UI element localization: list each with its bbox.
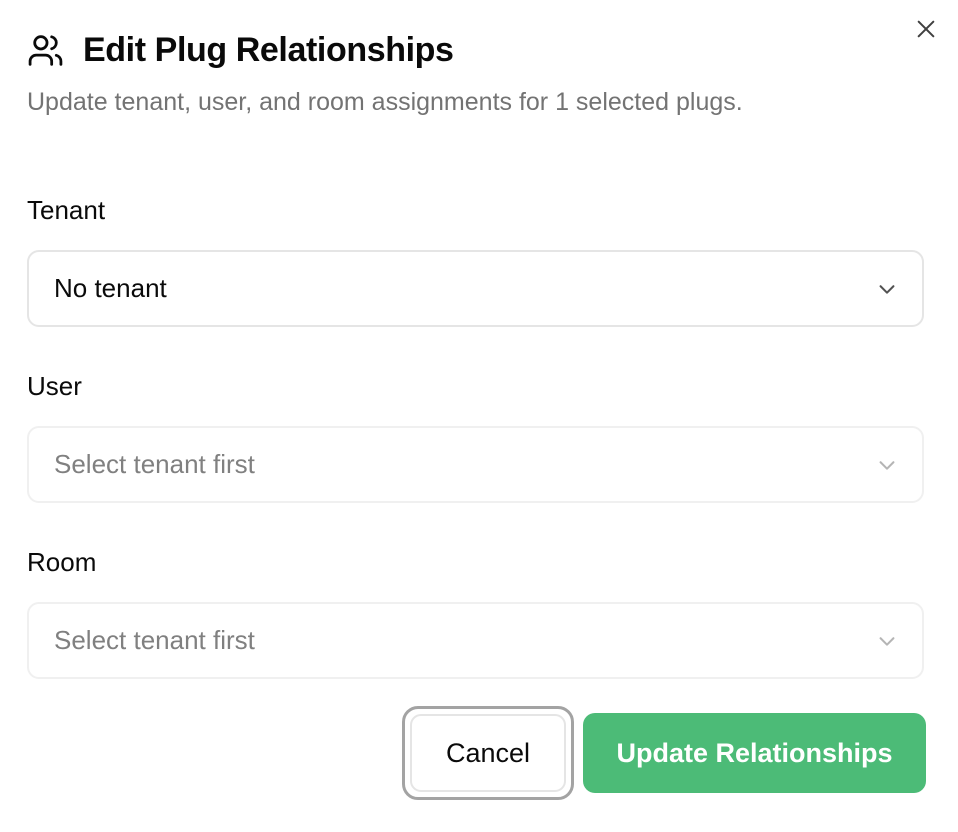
cancel-button[interactable]: Cancel (402, 706, 574, 800)
dialog-title: Edit Plug Relationships (83, 31, 454, 69)
tenant-select-value: No tenant (54, 273, 167, 303)
cancel-button-label: Cancel (410, 714, 566, 792)
dialog-description: Update tenant, user, and room assignment… (27, 88, 743, 116)
user-select-placeholder: Select tenant first (54, 449, 255, 479)
room-select-placeholder: Select tenant first (54, 625, 255, 655)
user-select[interactable]: Select tenant first (27, 426, 924, 503)
chevron-down-icon (876, 278, 898, 300)
update-relationships-button[interactable]: Update Relationships (583, 713, 926, 793)
close-icon (917, 20, 935, 38)
room-select[interactable]: Select tenant first (27, 602, 924, 679)
users-icon (27, 32, 64, 69)
tenant-select[interactable]: No tenant (27, 250, 924, 327)
chevron-down-icon (876, 630, 898, 652)
chevron-down-icon (876, 454, 898, 476)
dialog-header: Edit Plug Relationships (27, 28, 454, 72)
tenant-label: Tenant (27, 195, 106, 225)
room-label: Room (27, 547, 97, 577)
close-button[interactable] (910, 13, 942, 45)
user-label: User (27, 371, 82, 401)
edit-plug-relationships-dialog: Edit Plug Relationships Update tenant, u… (0, 0, 958, 832)
